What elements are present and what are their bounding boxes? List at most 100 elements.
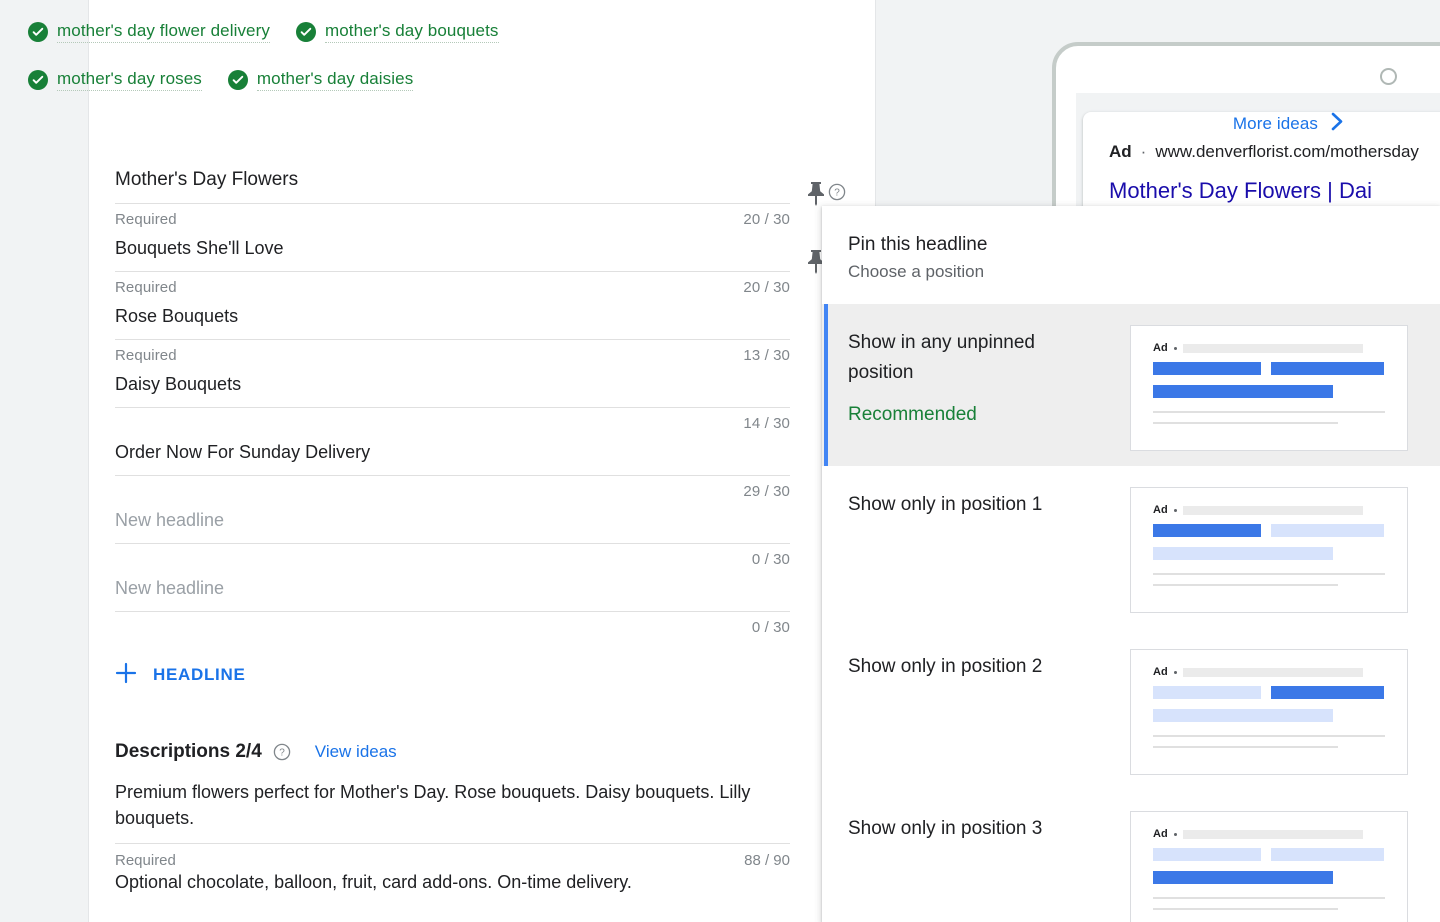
headline-required-label: Required [115,347,177,364]
headlines-help-icon[interactable]: ? [828,183,846,201]
keyword-idea-chip[interactable]: mother's day daisies [228,69,413,91]
svg-text:?: ? [279,748,285,759]
headline-char-counter: 0 / 30 [752,619,790,636]
plus-icon [115,662,137,689]
ad-display-url: www.denverflorist.com/mothersday [1155,142,1419,162]
preview-bar-position-1 [1153,848,1261,861]
headlines-section: Mother's Day Flowers Required 20 / 30 Bo… [115,160,790,693]
preview-desc-line [1153,422,1338,424]
pin-option-position-1[interactable]: Show only in position 1 Ad [822,466,1440,628]
more-ideas-link[interactable]: More ideas [1233,112,1344,136]
headline-input-value[interactable]: Daisy Bouquets [115,369,790,399]
pin-dropdown-header: Pin this headline Choose a position [822,206,1440,304]
pin-icon[interactable] [805,180,827,206]
pin-option-position-2[interactable]: Show only in position 2 Ad [822,628,1440,790]
preview-bar-position-3 [1153,871,1333,884]
view-ideas-link[interactable]: View ideas [315,742,397,762]
preview-bar-position-2 [1271,686,1384,699]
preview-dot-icon [1174,671,1177,674]
pin-headline-dropdown: Pin this headline Choose a position Show… [822,206,1440,922]
ad-preview-headline: Mother's Day Flowers | Dai [1109,178,1440,204]
description-input-value[interactable]: Premium flowers perfect for Mother's Day… [115,779,790,831]
descriptions-section: Descriptions 2/4 ? View ideas Premium fl… [115,733,790,895]
headline-row[interactable]: Required 13 / 30 Daisy Bouquets [115,339,790,407]
description-row[interactable]: Premium flowers perfect for Mother's Day… [115,771,790,831]
pin-option-label: Show only in position 2 [848,652,1078,682]
preview-bar-position-3 [1153,709,1333,722]
preview-bar-position-1 [1153,686,1261,699]
description-input-value[interactable]: Optional chocolate, balloon, fruit, card… [115,869,790,895]
preview-dot-icon [1174,833,1177,836]
preview-bar-position-2 [1271,524,1384,537]
preview-desc-line [1153,908,1338,910]
add-headline-label: HEADLINE [153,665,246,685]
preview-bar-position-3 [1153,547,1333,560]
preview-bar-position-1 [1153,524,1261,537]
pin-preview-thumbnail: Ad [1130,649,1408,775]
description-required-label: Required [115,852,176,869]
headline-input-value[interactable]: Bouquets She'll Love [115,233,790,263]
preview-url-placeholder [1183,668,1363,677]
camera-icon [1380,68,1397,85]
pin-preview-thumbnail: Ad [1130,325,1408,451]
check-circle-icon [228,70,248,90]
chevron-right-icon [1331,112,1344,136]
headline-input-value[interactable]: Order Now For Sunday Delivery [115,437,790,467]
preview-url-placeholder [1183,344,1363,353]
headline-row[interactable]: Required 20 / 30 Rose Bouquets [115,271,790,339]
headline-required-label: Required [115,279,177,296]
pin-option-recommended-note: Recommended [848,400,1102,430]
headline-char-counter: 20 / 30 [743,279,790,296]
svg-text:?: ? [834,188,840,199]
ad-badge: Ad [1109,142,1132,162]
headline-row[interactable]: Required 20 / 30 Bouquets She'll Love [115,203,790,271]
headline-required-label: Required [115,211,177,228]
headline-row[interactable]: 29 / 30 New headline [115,475,790,543]
preview-desc-line [1153,746,1338,748]
keyword-ideas: mother's day flower delivery mother's da… [28,8,728,104]
headline-input-value[interactable]: Rose Bouquets [115,301,790,331]
keyword-idea-chip[interactable]: mother's day flower delivery [28,21,270,43]
preview-url-placeholder [1183,506,1363,515]
keyword-ideas-row: mother's day flower delivery mother's da… [28,8,728,56]
headline-input-placeholder[interactable]: New headline [115,573,790,603]
pin-option-any-unpinned[interactable]: Show in any unpinned position Recommende… [822,304,1440,466]
ad-editor-screen: Ad · www.denverflorist.com/mothersday Mo… [0,0,1440,922]
descriptions-help-icon[interactable]: ? [273,743,291,761]
pin-option-label: Show in any unpinned position [848,328,1078,388]
description-row[interactable]: Required 88 / 90 Optional chocolate, bal… [115,843,790,895]
ad-separator: · [1141,142,1147,162]
preview-ad-badge: Ad [1153,666,1168,678]
keyword-idea-label: mother's day flower delivery [57,21,270,43]
more-ideas-label: More ideas [1233,114,1318,134]
pin-option-position-3[interactable]: Show only in position 3 Ad [822,790,1440,922]
preview-ad-badge: Ad [1153,342,1168,354]
preview-ad-badge: Ad [1153,828,1168,840]
left-gutter [0,0,88,922]
keyword-ideas-row: mother's day roses mother's day daisies [28,56,728,104]
headline-char-counter: 0 / 30 [752,551,790,568]
keyword-idea-chip[interactable]: mother's day roses [28,69,202,91]
keyword-idea-label: mother's day bouquets [325,21,499,43]
preview-dot-icon [1174,509,1177,512]
preview-desc-line [1153,411,1385,413]
preview-desc-line [1153,897,1385,899]
headline-char-counter: 20 / 30 [743,211,790,228]
check-circle-icon [28,70,48,90]
headline-row[interactable]: 14 / 30 Order Now For Sunday Delivery [115,407,790,475]
keyword-idea-chip[interactable]: mother's day bouquets [296,21,499,43]
headline-char-counter: 29 / 30 [743,483,790,500]
pin-dropdown-subtitle: Choose a position [848,260,1440,284]
headline-row[interactable]: 0 / 30 [115,611,790,647]
add-headline-button[interactable]: HEADLINE [115,657,790,693]
headline-input-placeholder[interactable]: New headline [115,505,790,535]
pin-preview-thumbnail: Ad [1130,487,1408,613]
pin-dropdown-title: Pin this headline [848,232,1440,258]
descriptions-title: Descriptions 2/4 [115,741,262,763]
headline-char-counter: 14 / 30 [743,415,790,432]
keyword-idea-label: mother's day roses [57,69,202,91]
preview-desc-line [1153,584,1338,586]
headline-row[interactable]: 0 / 30 New headline [115,543,790,611]
check-circle-icon [296,22,316,42]
preview-bar-position-2 [1271,362,1384,375]
